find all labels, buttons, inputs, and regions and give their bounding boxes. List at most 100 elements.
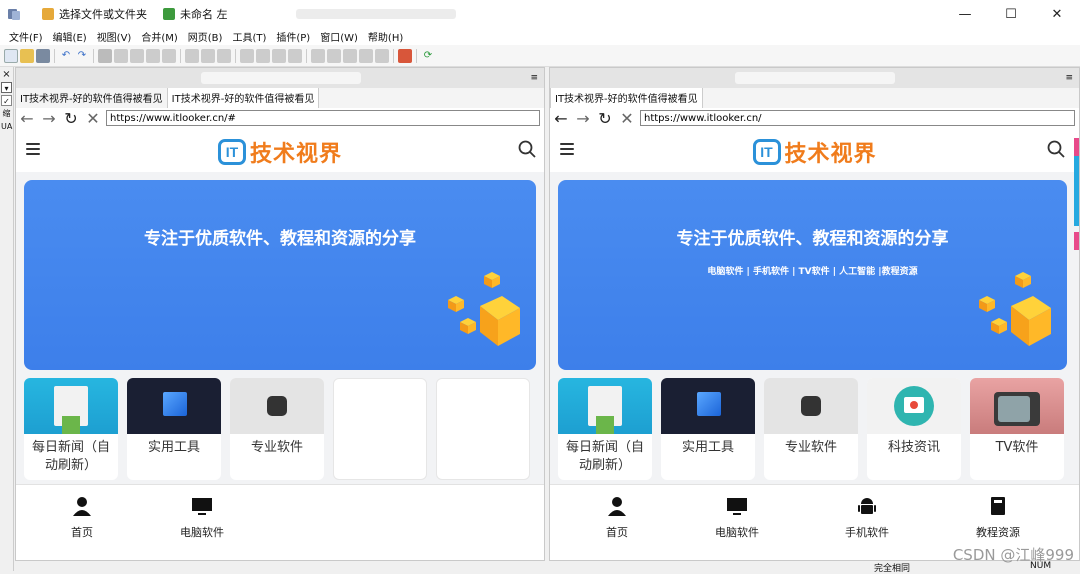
menu-merge[interactable]: 合并(M): [136, 29, 182, 44]
reload-icon[interactable]: ↻: [596, 109, 614, 128]
bottom-nav: 首页 电脑软件: [16, 484, 544, 542]
merge-icon[interactable]: [272, 48, 286, 63]
first-diff-icon[interactable]: [114, 48, 128, 63]
menu-plugins[interactable]: 插件(P): [271, 29, 315, 44]
menu-bar: 文件(F) 编辑(E) 视图(V) 合并(M) 网页(B) 工具(T) 插件(P…: [0, 28, 1080, 45]
menu-tools[interactable]: 工具(T): [227, 29, 271, 44]
category-card-empty[interactable]: [333, 378, 427, 480]
maximize-button[interactable]: ☐: [988, 0, 1034, 28]
monitor-icon: [192, 498, 212, 515]
menu-edit[interactable]: 编辑(E): [48, 29, 92, 44]
menu-help[interactable]: 帮助(H): [363, 29, 408, 44]
checkbox[interactable]: ✓: [1, 95, 12, 106]
pane-menu-icon[interactable]: ≡: [530, 73, 538, 83]
stop-icon[interactable]: ✕: [84, 109, 102, 128]
nav-left-icon[interactable]: [343, 48, 357, 63]
status-bar: 完全相同 NUM: [14, 561, 1080, 574]
print-icon[interactable]: [98, 48, 112, 63]
app-icon[interactable]: [0, 0, 28, 28]
search-icon[interactable]: [518, 140, 536, 158]
url-input[interactable]: [640, 110, 1075, 126]
refresh-icon[interactable]: ⟳: [421, 49, 435, 63]
back-icon[interactable]: ←: [18, 109, 36, 128]
category-card-tech-news[interactable]: 科技资讯: [867, 378, 961, 480]
reload-icon[interactable]: ↻: [62, 109, 80, 128]
page-tab[interactable]: IT技术视界-好的软件值得被看见: [16, 87, 167, 108]
close-panel-icon[interactable]: ×: [1, 69, 12, 80]
cubes-illustration: [448, 272, 520, 346]
hamburger-icon[interactable]: [560, 143, 574, 155]
tab-folder-compare[interactable]: 选择文件或文件夹: [34, 0, 155, 28]
open-icon[interactable]: [20, 48, 34, 63]
green-check-icon: [163, 8, 175, 20]
minimize-button[interactable]: —: [942, 0, 988, 28]
close-button[interactable]: ✕: [1034, 0, 1080, 28]
prev-diff-icon[interactable]: [130, 48, 144, 63]
align-icon[interactable]: [185, 48, 199, 63]
category-card-tools[interactable]: 实用工具: [127, 378, 221, 480]
copy-right-icon[interactable]: [240, 48, 254, 63]
nav-home[interactable]: 首页: [52, 495, 112, 540]
category-card-pro[interactable]: 专业软件: [230, 378, 324, 480]
nav-end-icon[interactable]: [375, 48, 389, 63]
banner-headline: 专注于优质软件、教程和资源的分享: [144, 229, 416, 249]
category-card-news[interactable]: 每日新闻（自动刷新）: [24, 378, 118, 480]
back-icon[interactable]: ←: [552, 109, 570, 128]
nav-pc-software[interactable]: 电脑软件: [707, 495, 767, 540]
forward-icon[interactable]: →: [40, 109, 58, 128]
nav-mobile-software[interactable]: 手机软件: [837, 495, 897, 540]
site-header: IT 技术视界: [16, 128, 544, 172]
copy-left-icon[interactable]: [256, 48, 270, 63]
tab-untitled-left[interactable]: 未命名 左: [155, 0, 236, 28]
category-card-empty[interactable]: [436, 378, 530, 480]
menu-view[interactable]: 视图(V): [92, 29, 137, 44]
align2-icon[interactable]: [201, 48, 215, 63]
tab-label: 选择文件或文件夹: [59, 8, 147, 21]
windows-thumbnail: [661, 378, 755, 434]
category-card-pro[interactable]: 专业软件: [764, 378, 858, 480]
expand-icon[interactable]: [311, 48, 325, 63]
stop-icon[interactable]: ✕: [618, 109, 636, 128]
nav-tutorials[interactable]: 教程资源: [968, 495, 1028, 540]
page-tab-active[interactable]: IT技术视界-好的软件值得被看见: [550, 86, 703, 108]
menu-web[interactable]: 网页(B): [183, 29, 228, 44]
nav-right-icon[interactable]: [359, 48, 373, 63]
new-icon[interactable]: [4, 48, 18, 63]
url-input[interactable]: [106, 110, 540, 126]
dropdown-icon[interactable]: ▾: [1, 82, 12, 93]
redo-icon[interactable]: ↷: [75, 49, 89, 63]
nav-label: 首页: [71, 526, 93, 539]
category-list: 每日新闻（自动刷新） 实用工具 专业软件 科技资讯 TV软件: [558, 378, 1079, 480]
status-compare-result: 完全相同: [874, 564, 911, 574]
hero-banner[interactable]: 专注于优质软件、教程和资源的分享 电脑软件 | 手机软件 | TV软件 | 人工…: [558, 180, 1067, 370]
menu-file[interactable]: 文件(F): [4, 29, 48, 44]
pane-menu-icon[interactable]: ≡: [1065, 73, 1073, 83]
save-icon[interactable]: [36, 48, 50, 63]
next-diff-icon[interactable]: [146, 48, 160, 63]
nav-pc-software[interactable]: 电脑软件: [172, 495, 232, 540]
category-label: 实用工具: [147, 440, 200, 455]
category-card-news[interactable]: 每日新闻（自动刷新）: [558, 378, 652, 480]
nav-home[interactable]: 首页: [587, 495, 647, 540]
site-logo[interactable]: IT 技术视界: [217, 136, 342, 168]
site-logo[interactable]: IT 技术视界: [752, 136, 876, 168]
forward-icon[interactable]: →: [574, 109, 592, 128]
side-label: 缩: [2, 109, 11, 118]
align3-icon[interactable]: [217, 48, 231, 63]
last-diff-icon[interactable]: [162, 48, 176, 63]
hamburger-icon[interactable]: [26, 143, 40, 155]
address-bar: ← → ↻ ✕: [16, 108, 544, 128]
category-card-tools[interactable]: 实用工具: [661, 378, 755, 480]
web-view: IT 技术视界 专注于优质软件、教程和资源的分享 电脑软件 | 手机软件 | T…: [550, 128, 1079, 542]
category-card-tv[interactable]: TV软件: [970, 378, 1064, 480]
merge2-icon[interactable]: [288, 48, 302, 63]
hero-banner[interactable]: 专注于优质软件、教程和资源的分享: [24, 180, 536, 370]
page-tab-active[interactable]: IT技术视界-好的软件值得被看见: [166, 86, 320, 108]
collapse-icon[interactable]: [327, 48, 341, 63]
options-icon[interactable]: [398, 48, 412, 63]
address-bar: ← → ↻ ✕: [550, 108, 1079, 128]
undo-icon[interactable]: ↶: [59, 49, 73, 63]
search-icon[interactable]: [1047, 140, 1065, 158]
menu-window[interactable]: 窗口(W): [315, 29, 363, 44]
windows-thumbnail: [127, 378, 221, 434]
